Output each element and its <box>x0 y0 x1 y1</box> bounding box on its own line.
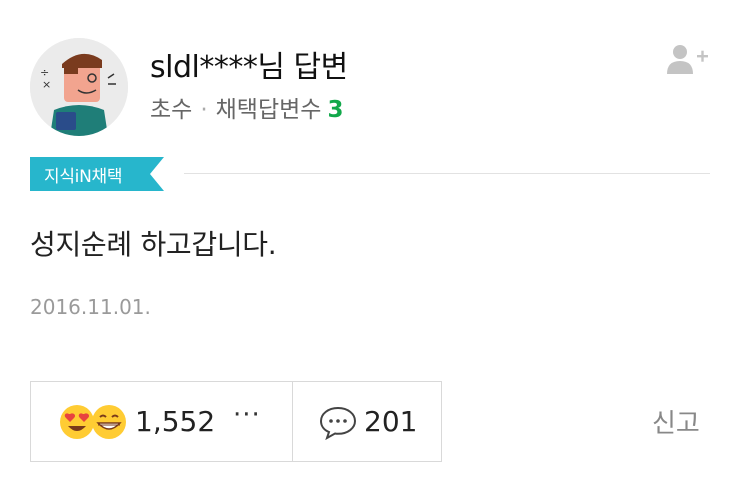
more-reactions-button[interactable]: ··· <box>233 400 261 430</box>
reaction-count: 1,552 <box>135 405 216 438</box>
meta-separator: · <box>200 97 208 123</box>
avatar[interactable]: ÷ × <box>30 38 128 136</box>
adopted-answers-label: 채택답변수 <box>215 97 322 123</box>
adopted-answers-count: 3 <box>327 97 344 123</box>
badge-divider <box>184 173 710 174</box>
answer-text: 성지순례 하고갑니다. <box>30 228 277 261</box>
follow-button[interactable] <box>664 42 710 76</box>
follow-icon <box>667 45 708 74</box>
comment-count[interactable]: 201 <box>364 405 417 438</box>
heart-eyes-emoji-icon[interactable] <box>59 404 95 440</box>
answerer-meta: 초수 · 채택답변수 3 <box>150 90 343 124</box>
grin-emoji-icon[interactable] <box>91 404 127 440</box>
action-bar: 1,552 ··· 201 <box>30 381 442 462</box>
rank-label: 초수 <box>150 97 193 123</box>
badge-label: 지식iN채택 <box>44 167 123 187</box>
action-separator <box>292 382 293 461</box>
answer-date: 2016.11.01. <box>30 295 151 319</box>
report-button[interactable]: 신고 <box>652 403 700 440</box>
svg-text:×: × <box>42 78 51 91</box>
comment-icon[interactable] <box>319 406 357 440</box>
answerer-name[interactable]: sldl****님 답변 <box>150 42 348 86</box>
avatar-illustration: ÷ × <box>30 38 128 136</box>
